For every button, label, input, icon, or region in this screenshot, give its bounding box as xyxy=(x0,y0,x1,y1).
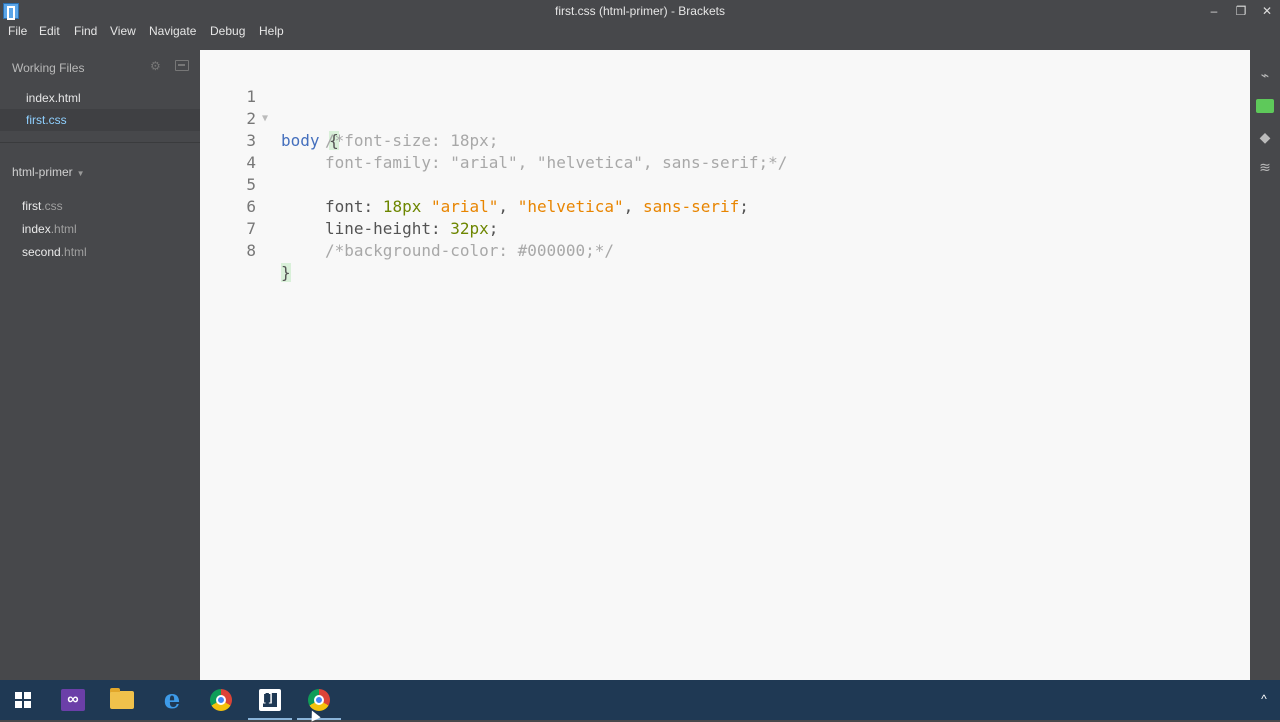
working-file-first-css[interactable]: first.css xyxy=(26,113,67,127)
windows-logo-icon xyxy=(15,692,31,708)
sidebar: Working Files ⚙ index.html first.css htm… xyxy=(0,40,200,680)
brackets-icon xyxy=(259,689,281,711)
sidebar-divider xyxy=(0,142,200,143)
split-view-icon[interactable] xyxy=(175,60,189,71)
menu-edit[interactable]: Edit xyxy=(39,24,60,38)
right-toolbar: ⌁ ◆ ≋ xyxy=(1250,50,1280,680)
menu-navigate[interactable]: Navigate xyxy=(149,24,196,38)
code-line: 7 /*background-color: #000000;*/ xyxy=(200,196,1250,260)
title-bar: first.css (html-primer) - Brackets – ❐ ✕ xyxy=(0,0,1280,22)
file-basename: second xyxy=(22,245,61,259)
restore-button[interactable]: ❐ xyxy=(1228,2,1254,20)
code-line: 4 xyxy=(200,130,1250,172)
tree-item-index-html[interactable]: index.html xyxy=(22,222,77,236)
visual-studio-icon: ∞ xyxy=(61,689,85,711)
taskbar-chrome[interactable] xyxy=(197,680,245,720)
menu-file[interactable]: File xyxy=(8,24,27,38)
working-file-index-html[interactable]: index.html xyxy=(26,91,81,105)
code-line: 5 font: 18px "arial", "helvetica", sans-… xyxy=(200,152,1250,216)
file-basename: index xyxy=(22,222,51,236)
code-editor[interactable]: 1 ▼ body { 2 /*font-size: 18px; 3 font-f… xyxy=(200,50,1250,680)
code-text: } xyxy=(281,263,291,282)
file-extension: .css xyxy=(41,199,63,213)
project-dropdown[interactable]: html-primer ▼ xyxy=(12,165,85,179)
menu-bar: File Edit Find View Navigate Debug Help xyxy=(0,22,1280,40)
start-button[interactable] xyxy=(0,680,48,720)
code-line: 8 } xyxy=(200,218,1250,282)
working-files-header: Working Files xyxy=(12,61,85,75)
chrome-icon xyxy=(308,689,330,711)
taskbar-visual-studio[interactable]: ∞ xyxy=(49,680,97,720)
taskbar-edge[interactable]: e xyxy=(148,680,196,720)
code-line: 2 /*font-size: 18px; xyxy=(200,86,1250,150)
file-extension: .html xyxy=(60,245,87,259)
tree-item-second-html[interactable]: second.html xyxy=(22,245,87,259)
chevron-down-icon: ▼ xyxy=(76,169,85,178)
extension-manager-icon[interactable] xyxy=(1256,99,1274,113)
code-text: /*background-color: #000000;*/ xyxy=(325,241,614,260)
taskbar-file-explorer[interactable] xyxy=(98,680,146,720)
file-extension: .html xyxy=(50,222,77,236)
menu-debug[interactable]: Debug xyxy=(210,24,245,38)
git-icon[interactable]: ◆ xyxy=(1257,129,1273,145)
folder-icon xyxy=(110,688,134,709)
project-name: html-primer xyxy=(12,165,73,179)
line-number: 8 xyxy=(246,241,256,260)
code-line: 6 line-height: 32px; xyxy=(200,174,1250,238)
menu-help[interactable]: Help xyxy=(259,24,284,38)
layers-icon[interactable]: ≋ xyxy=(1257,159,1273,175)
taskbar-brackets[interactable] xyxy=(246,680,294,720)
minimize-button[interactable]: – xyxy=(1201,2,1227,20)
code-line: 1 ▼ body { xyxy=(200,64,1250,150)
tray-overflow-icon[interactable]: ^ xyxy=(1256,692,1272,708)
window-title: first.css (html-primer) - Brackets xyxy=(554,4,725,18)
edge-icon: e xyxy=(163,685,181,715)
gear-icon[interactable]: ⚙ xyxy=(150,60,162,72)
chrome-icon xyxy=(210,689,232,711)
file-basename: first xyxy=(22,199,42,213)
code-line: 3 font-family: "arial", "helvetica", san… xyxy=(200,108,1250,172)
live-preview-icon[interactable]: ⌁ xyxy=(1257,67,1273,83)
close-button[interactable]: ✕ xyxy=(1254,2,1280,20)
tree-item-first-css[interactable]: first.css xyxy=(22,199,63,213)
menu-view[interactable]: View xyxy=(110,24,136,38)
taskbar: ∞ e xyxy=(0,680,1280,720)
menu-find[interactable]: Find xyxy=(74,24,97,38)
